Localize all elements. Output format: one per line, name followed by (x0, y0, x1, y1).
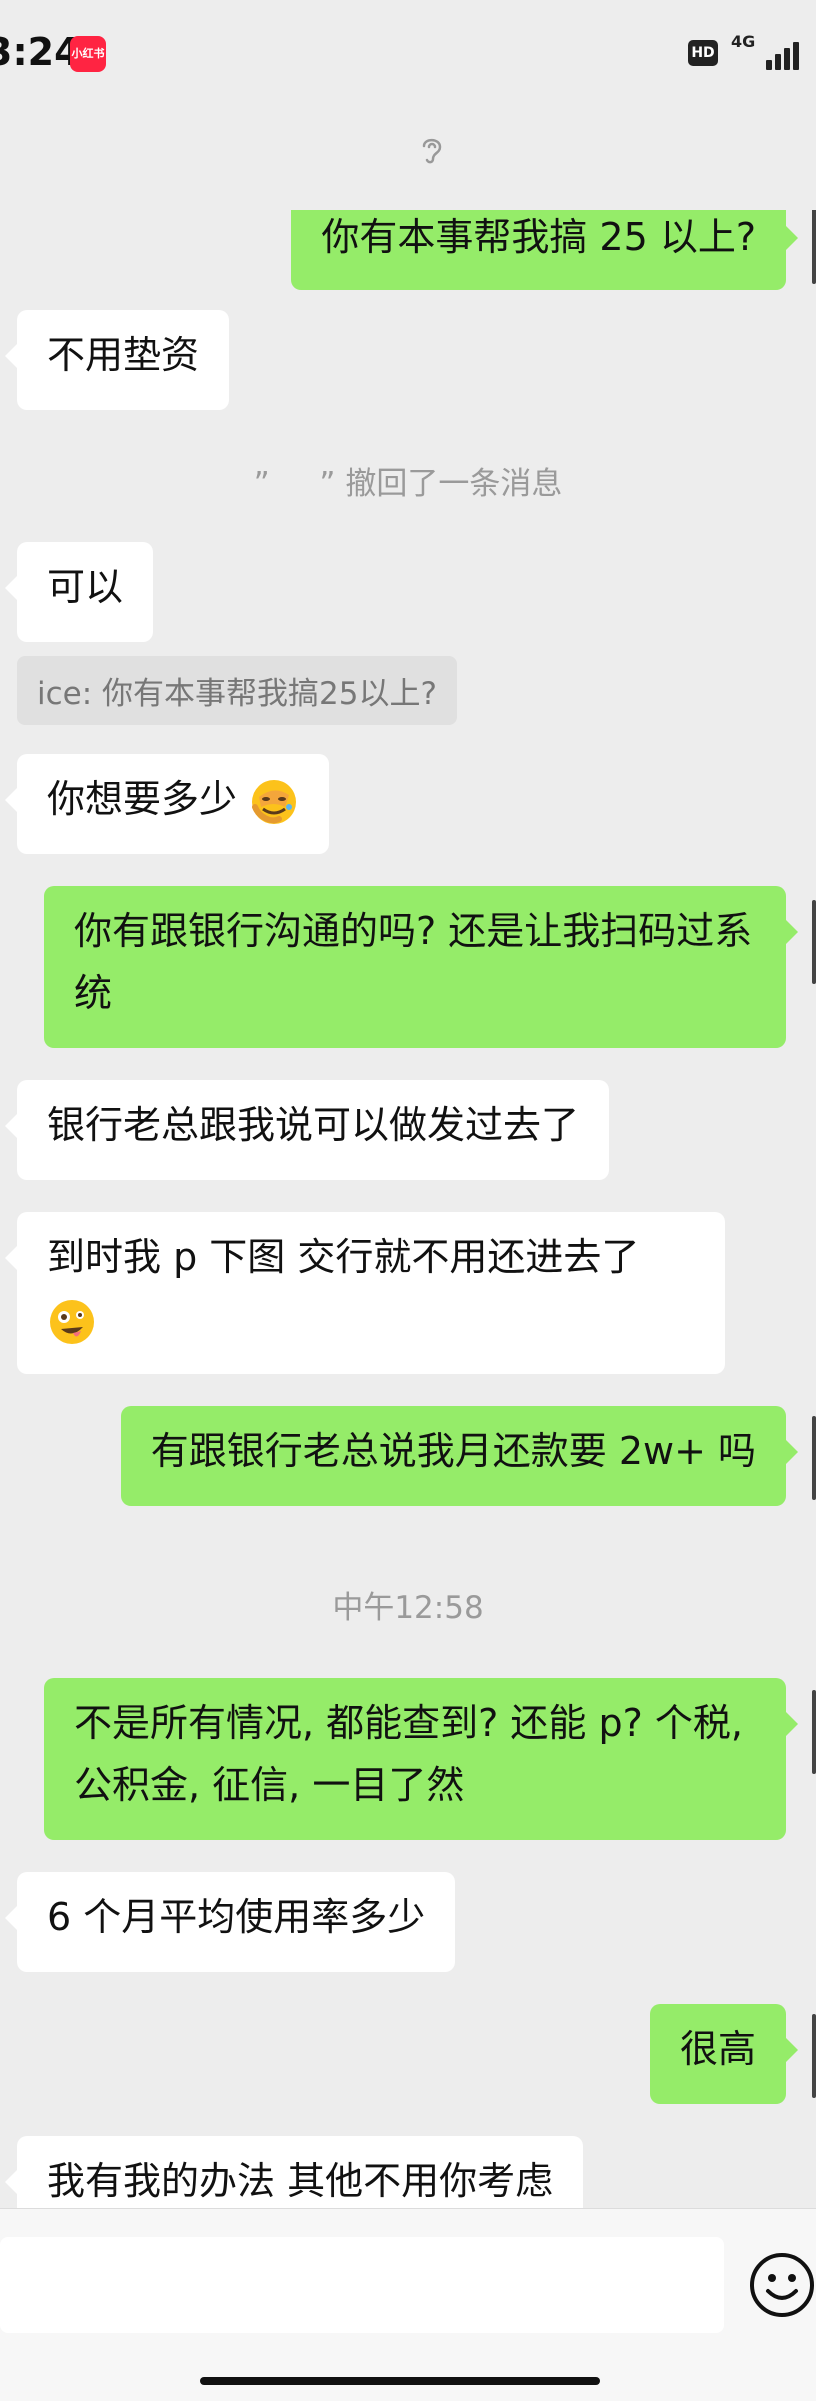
facepalm-emoji (252, 779, 297, 824)
message-received[interactable]: 到时我 p 下图 交行就不用还进去了 (5, 1212, 725, 1374)
message-sent[interactable]: 很高 (649, 2004, 799, 2104)
status-time: 3:24 (0, 30, 81, 74)
message-sent[interactable]: 你有跟银行沟通的吗? 还是让我扫码过系统 (44, 886, 798, 1048)
signal-icon (766, 40, 806, 70)
message-received[interactable]: 6 个月平均使用率多少 (4, 1872, 456, 1972)
my-avatar[interactable] (812, 2014, 816, 2098)
my-avatar[interactable] (812, 1690, 816, 1774)
message-received[interactable]: 不用垫资 (4, 310, 230, 410)
my-avatar[interactable] (812, 900, 816, 984)
message-received[interactable]: 银行老总跟我说可以做发过去了 (4, 1080, 610, 1180)
input-bar (0, 2208, 816, 2401)
my-avatar[interactable] (812, 210, 816, 284)
app-notification-icon: 小红书 (70, 36, 106, 72)
smile-icon[interactable] (748, 2251, 816, 2319)
ear-icon[interactable] (414, 132, 448, 166)
timestamp: 中午12:58 (332, 1590, 484, 1626)
message-received[interactable]: 你想要多少 (4, 754, 330, 854)
quoted-message[interactable]: ice: 你有本事帮我搞25以上? (17, 656, 457, 725)
network-type: 4G (731, 32, 756, 51)
message-sent[interactable]: 有跟银行老总说我月还款要 2w+ 吗 (120, 1406, 799, 1506)
recall-notice: ” ” 撤回了一条消息 (253, 466, 563, 502)
zany-face-emoji (50, 1299, 94, 1344)
my-avatar[interactable] (812, 1416, 816, 1500)
hd-icon: HD (688, 40, 718, 66)
message-input[interactable] (0, 2237, 724, 2333)
home-indicator[interactable] (200, 2377, 600, 2385)
message-sent[interactable]: 你有本事帮我搞 25 以上? (291, 210, 798, 290)
message-received[interactable]: 可以 (4, 542, 154, 642)
chat-header (0, 100, 816, 210)
status-bar: 3:24 小红书 HD 4G (0, 0, 816, 100)
message-received[interactable]: 我有我的办法 其他不用你考虑 (4, 2136, 584, 2208)
message-sent[interactable]: 不是所有情况, 都能查到? 还能 p? 个税, 公积金, 征信, 一目了然 (44, 1678, 798, 1840)
chat-area[interactable]: 你有本事帮我搞 25 以上? 不用垫资 ” ” 撤回了一条消息 可以 ice: … (0, 210, 816, 2208)
